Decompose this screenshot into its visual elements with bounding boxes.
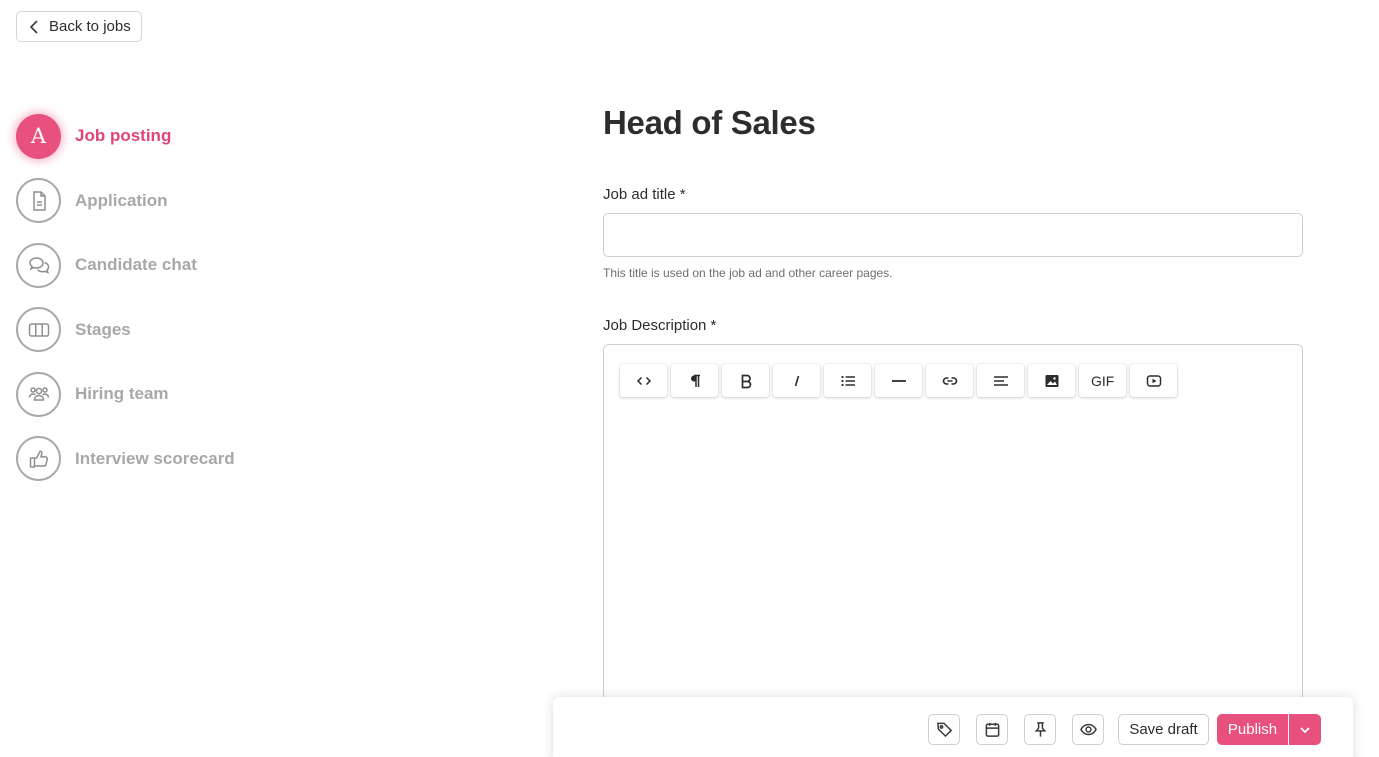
italic-icon [794,375,799,386]
paragraph-icon [690,374,700,387]
publish-options-button[interactable] [1289,714,1321,745]
main-content: Head of Sales [603,104,1303,142]
horizontal-rule-icon [891,379,906,382]
image-icon [1045,374,1058,387]
step-application[interactable]: Application [16,178,235,224]
bottom-action-bar: Save draft Publish [553,697,1353,757]
letter-a-icon: A [16,113,61,159]
align-icon [993,375,1008,386]
chevron-down-icon [1300,726,1310,733]
pin-icon [1034,722,1046,737]
bold-icon [741,374,751,388]
video-icon [1146,374,1162,387]
video-button[interactable] [1130,364,1178,397]
italic-button[interactable] [773,364,820,397]
code-icon [636,376,651,385]
step-candidate-chat[interactable]: Candidate chat [16,242,235,288]
step-label: Application [75,190,168,210]
save-draft-button[interactable]: Save draft [1118,714,1209,745]
code-button[interactable] [620,364,667,397]
step-stages[interactable]: Stages [16,307,235,353]
columns-icon [28,323,49,337]
step-label: Candidate chat [75,255,197,275]
tag-icon [936,722,952,738]
job-ad-title-label: Job ad title * [603,186,686,203]
editor-toolbar: GIF [620,364,1181,397]
pin-button[interactable] [1024,714,1056,745]
calendar-button[interactable] [976,714,1008,745]
horizontal-rule-button[interactable] [875,364,922,397]
link-button[interactable] [926,364,973,397]
step-job-posting[interactable]: A Job posting [16,113,235,159]
step-interview-scorecard[interactable]: Interview scorecard [16,436,235,482]
image-button[interactable] [1028,364,1075,397]
bullet-list-icon [840,375,855,386]
job-description-label: Job Description * [603,317,717,334]
team-icon [28,387,49,402]
paragraph-button[interactable] [671,364,718,397]
back-to-jobs-label: Back to jobs [49,18,131,35]
thumbs-up-icon [29,450,48,468]
preview-button[interactable] [1072,714,1104,745]
bullet-list-button[interactable] [824,364,871,397]
gif-button[interactable]: GIF [1079,364,1127,397]
publish-button[interactable]: Publish [1217,714,1288,745]
job-ad-title-input[interactable] [603,213,1303,257]
back-to-jobs-button[interactable]: Back to jobs [16,11,142,42]
page-title: Head of Sales [603,104,816,141]
eye-icon [1079,723,1097,736]
step-label: Hiring team [75,384,169,404]
document-icon [32,190,46,211]
job-ad-title-help: This title is used on the job ad and oth… [603,266,893,280]
align-button[interactable] [977,364,1024,397]
chevron-left-icon [29,19,38,34]
step-label: Stages [75,319,131,339]
job-description-editor[interactable]: GIF [603,344,1303,714]
calendar-icon [985,722,999,737]
step-label: Job posting [75,126,172,145]
bold-button[interactable] [722,364,769,397]
tag-button[interactable] [928,714,960,745]
step-hiring-team[interactable]: Hiring team [16,371,235,417]
steps-nav: A Job posting Application Candidate chat… [16,113,235,501]
link-icon [942,376,957,385]
chat-bubbles-icon [28,257,49,275]
step-label: Interview scorecard [75,448,235,468]
